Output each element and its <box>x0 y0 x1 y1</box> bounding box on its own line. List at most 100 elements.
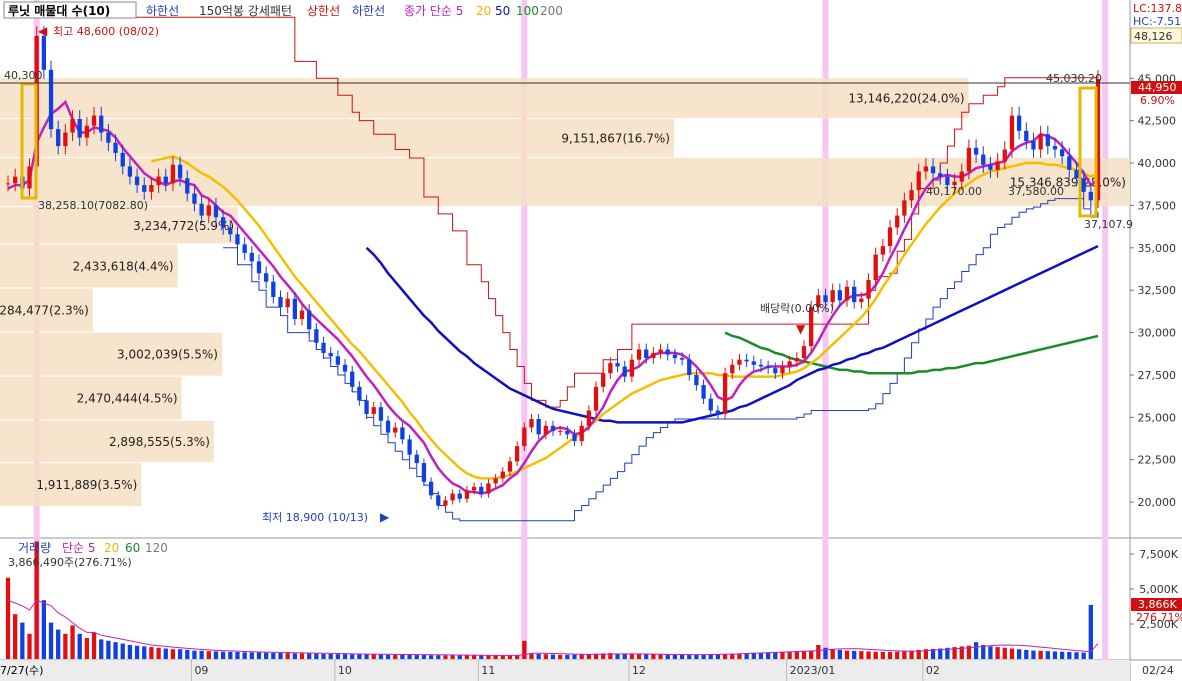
volume-legend-item-2[interactable]: 60 <box>125 541 140 555</box>
candle-body <box>543 425 548 435</box>
candle-body <box>758 364 764 367</box>
event-band-3 <box>1102 0 1109 660</box>
volume-bar <box>5 577 11 659</box>
candle-body <box>751 361 756 365</box>
volume-bar <box>443 655 448 659</box>
price-tick-label: 22,500 <box>1138 454 1177 467</box>
volume-bar <box>830 649 835 659</box>
legend-item-8[interactable]: 200 <box>540 4 563 18</box>
volume-bar <box>1002 647 1007 659</box>
volume-bar <box>450 655 455 659</box>
candle-body <box>350 371 355 387</box>
candle-body <box>70 118 75 133</box>
candle-body <box>436 495 441 506</box>
candle-body <box>371 407 376 414</box>
volume-bar <box>414 655 419 659</box>
candle-body <box>242 244 247 253</box>
volume-bar <box>644 654 649 659</box>
volume-bar <box>873 651 878 659</box>
volume-bar <box>1009 648 1015 659</box>
volume-bar <box>256 652 262 659</box>
candle-body <box>63 132 68 147</box>
candle-body <box>471 486 477 491</box>
volume-legend-item-0[interactable]: 단순 5 <box>62 541 96 555</box>
legend-item-5[interactable]: 20 <box>476 4 491 18</box>
volume-bar <box>264 652 269 659</box>
candle-body <box>586 410 592 426</box>
legend-item-1[interactable]: 150억봉 강세패턴 <box>199 4 292 18</box>
volume-bar <box>149 647 154 659</box>
volume-bar <box>773 652 778 659</box>
candle-body <box>13 176 18 184</box>
profile-label-4: 2,433,618(4.4%) <box>73 259 174 273</box>
price-tick-label: 30,000 <box>1138 327 1177 340</box>
volume-bar <box>20 622 25 659</box>
legend-item-4[interactable]: 종가 단순 5 <box>404 4 463 18</box>
volume-bar <box>199 650 204 659</box>
volume-bar <box>56 629 61 659</box>
price-tick-label: 37,500 <box>1138 199 1177 212</box>
legend-item-3[interactable]: 하한선 <box>352 4 385 18</box>
candle-body <box>744 359 749 362</box>
candle-body <box>844 286 850 301</box>
candle-body <box>558 430 563 432</box>
left-point-label: 38,258.10(7082.80) <box>38 199 148 212</box>
volume-legend-item-3[interactable]: 120 <box>145 541 168 555</box>
candle-body <box>364 400 369 414</box>
candle-body <box>801 346 807 358</box>
volume-bar <box>500 655 505 659</box>
volume-bar <box>299 653 305 659</box>
candle-body <box>464 490 470 499</box>
volume-bar <box>1031 650 1036 659</box>
volume-bar <box>400 654 405 659</box>
volume-bar <box>242 652 247 659</box>
candle-body <box>880 246 886 255</box>
volume-bar <box>651 654 656 659</box>
stock-chart: 13,146,220(24.0%)9,151,867(16.7%)15,346,… <box>0 0 1182 681</box>
price-tick-label: 32,500 <box>1138 284 1177 297</box>
current-price-label: 44,950 <box>1138 81 1177 94</box>
volume-bar <box>493 655 498 659</box>
volume-bar <box>292 653 297 659</box>
volume-bar <box>271 652 276 659</box>
legend-item-7[interactable]: 100 <box>516 4 539 18</box>
volume-bar <box>687 654 692 659</box>
volume-bar <box>350 654 355 659</box>
candle-body <box>787 361 792 367</box>
candle-body <box>163 176 168 184</box>
legend-item-0[interactable]: 하한선 <box>146 4 179 18</box>
profile-label-8: 2,898,555(5.3%) <box>109 435 210 449</box>
legend-item-2[interactable]: 상한선 <box>307 4 340 18</box>
candle-body <box>923 166 929 172</box>
volume-bar <box>113 642 118 659</box>
volume-bar <box>471 655 477 659</box>
candle-body <box>629 359 635 377</box>
right-mid-label: 40,170.00 <box>926 185 982 198</box>
candle-body <box>292 298 297 320</box>
candle-body <box>278 296 283 308</box>
volume-bar <box>722 654 728 659</box>
volume-bar <box>84 638 90 659</box>
candle-body <box>579 425 584 442</box>
candle-body <box>199 203 204 216</box>
candle-body <box>622 366 627 377</box>
candle-body <box>27 166 32 189</box>
volume-legend-item-1[interactable]: 20 <box>104 541 119 555</box>
candle-body <box>457 493 462 499</box>
volume-bar <box>866 651 871 659</box>
volume-bar <box>91 632 97 659</box>
candle-body <box>428 481 434 496</box>
volume-title[interactable]: 거래량 <box>18 541 51 555</box>
volume-bar <box>1059 651 1065 659</box>
candle-body <box>522 427 527 447</box>
chart-title[interactable]: 루닛 매물대 수(10) <box>8 3 110 18</box>
candle-body <box>120 152 125 167</box>
legend-item-6[interactable]: 50 <box>495 4 510 18</box>
candle-body <box>608 363 613 374</box>
candle-body <box>414 454 419 464</box>
candle-body <box>715 410 721 414</box>
candle-body <box>909 190 914 201</box>
volume-bar <box>852 650 857 659</box>
right-top-label: 45,030.20 <box>1046 72 1102 85</box>
candle-body <box>722 373 728 414</box>
